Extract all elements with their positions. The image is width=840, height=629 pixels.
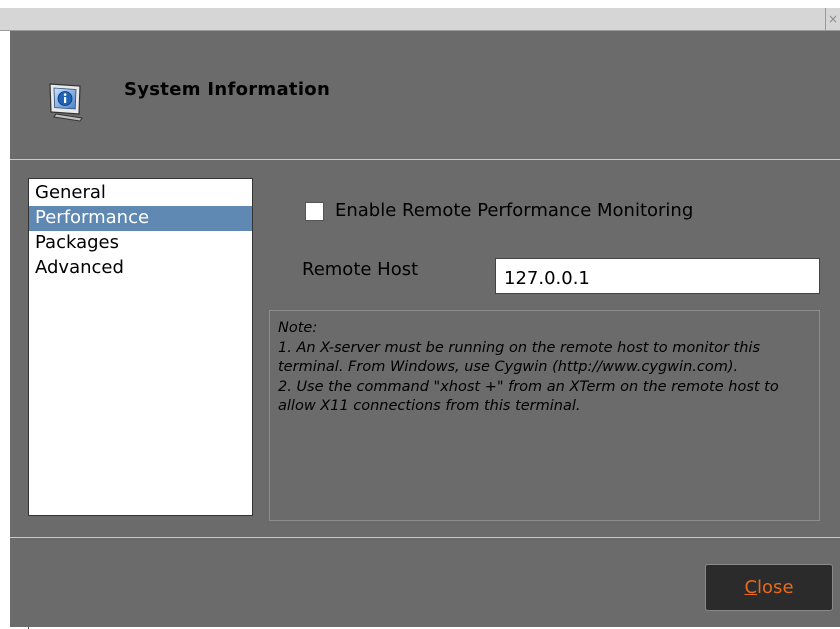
system-information-dialog: System Information General Performance P… [10, 31, 840, 627]
info-monitor-icon [46, 81, 88, 123]
dialog-header: System Information [10, 31, 840, 160]
close-button[interactable]: Close [705, 564, 833, 611]
nav-item-packages[interactable]: Packages [29, 231, 252, 256]
enable-monitoring-checkbox[interactable] [305, 202, 324, 221]
footer-divider [10, 537, 840, 538]
window-close-icon[interactable]: × [825, 8, 840, 30]
note-text: Note: 1. An X-server must be running on … [278, 320, 779, 414]
nav-item-performance[interactable]: Performance [29, 206, 252, 231]
nav-item-general[interactable]: General [29, 181, 252, 206]
nav-item-advanced[interactable]: Advanced [29, 256, 252, 281]
remote-host-label: Remote Host [302, 259, 419, 280]
remote-host-input[interactable] [495, 258, 820, 294]
dialog-title: System Information [124, 79, 331, 100]
close-mnemonic: C [744, 577, 758, 598]
enable-monitoring-label[interactable]: Enable Remote Performance Monitoring [335, 200, 693, 221]
close-label: lose [757, 577, 794, 598]
category-list[interactable]: General Performance Packages Advanced [28, 178, 253, 516]
note-panel: Note: 1. An X-server must be running on … [269, 310, 820, 521]
window-titlebar: × [0, 8, 840, 31]
